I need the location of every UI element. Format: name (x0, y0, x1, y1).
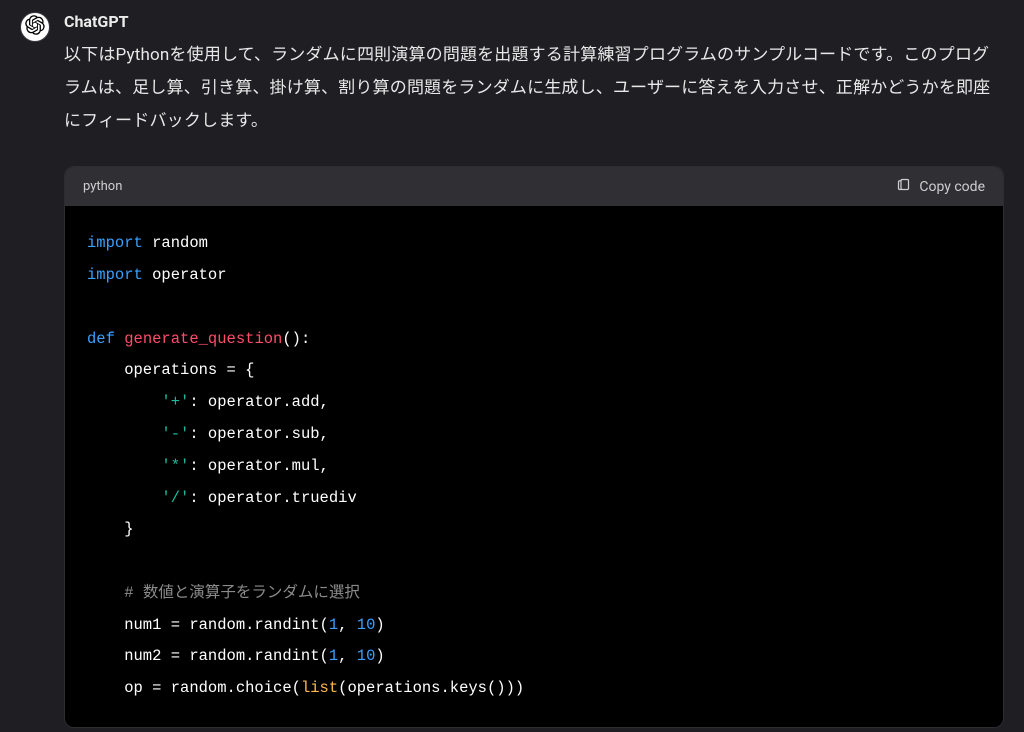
message-body: ChatGPT 以下はPythonを使用して、ランダムに四則演算の問題を出題する… (64, 10, 1004, 728)
assistant-message: ChatGPT 以下はPythonを使用して、ランダムに四則演算の問題を出題する… (0, 0, 1024, 728)
assistant-name: ChatGPT (64, 12, 1004, 31)
code-language-label: python (83, 179, 122, 194)
copy-code-button[interactable]: Copy code (896, 177, 985, 196)
code-content[interactable]: import random import operator def genera… (87, 228, 999, 704)
copy-code-label: Copy code (919, 179, 985, 195)
clipboard-icon (896, 177, 911, 196)
code-header: python Copy code (65, 167, 1003, 206)
code-body: import random import operator def genera… (65, 206, 1003, 726)
assistant-avatar (20, 12, 50, 42)
code-block: python Copy code import random import op… (64, 166, 1004, 727)
assistant-text: 以下はPythonを使用して、ランダムに四則演算の問題を出題する計算練習プログラ… (64, 39, 1004, 138)
openai-logo-icon (25, 15, 45, 39)
